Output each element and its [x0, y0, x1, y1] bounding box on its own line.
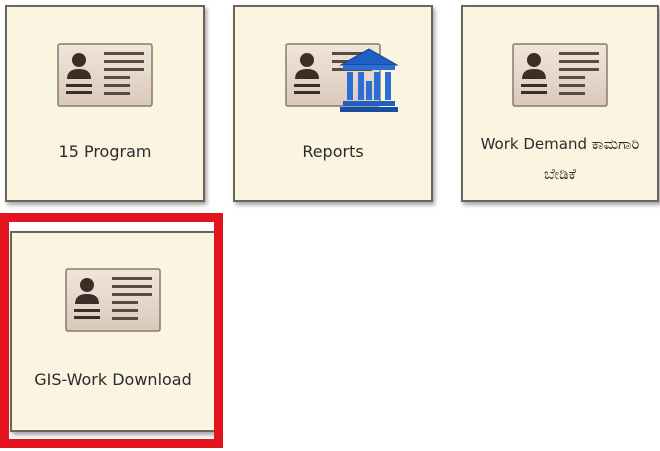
tile-label: Work Demand ಕಾಮಗಾರಿ ಬೇಡಿಕೆ [480, 135, 640, 183]
id-card-icon [64, 267, 162, 333]
id-card-icon [56, 42, 154, 108]
tile-reports[interactable]: Reports [233, 5, 433, 202]
tile-gis-work-download[interactable]: GIS-Work Download [10, 231, 216, 432]
tile-15-program[interactable]: 15 Program [5, 5, 205, 202]
tile-label: 15 Program [58, 142, 152, 161]
tile-label: GIS-Work Download [34, 370, 192, 389]
tile-label: Reports [302, 142, 364, 161]
bank-building-icon [339, 47, 399, 113]
menu-tile-grid: 15 Program Reports Work Demand ಕಾಮಗಾರಿ ಬ… [0, 0, 660, 451]
tile-work-demand[interactable]: Work Demand ಕಾಮಗಾರಿ ಬೇಡಿಕೆ [461, 5, 659, 202]
id-card-icon [511, 42, 609, 108]
